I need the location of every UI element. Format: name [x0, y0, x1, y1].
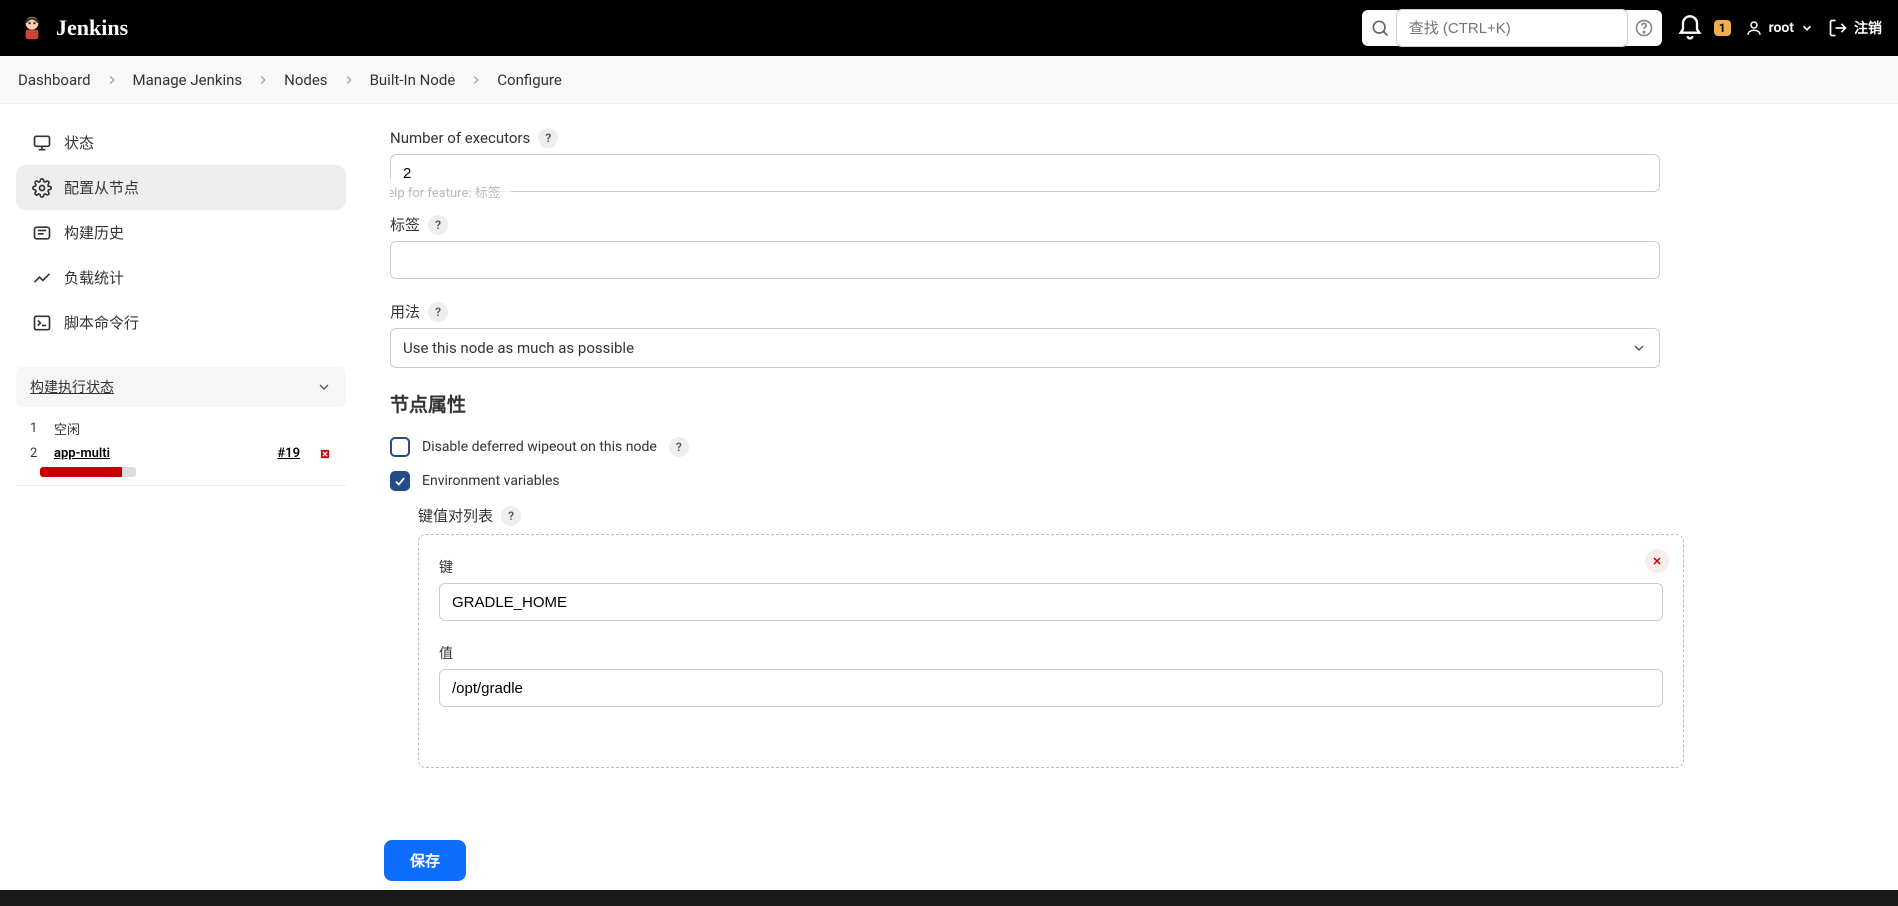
kv-pair-block: 键 值 [418, 534, 1684, 768]
sidebar-item-label: 负载统计 [64, 267, 124, 288]
gear-icon [32, 178, 52, 198]
sidebar-item-label: 配置从节点 [64, 177, 139, 198]
section-title-node-props: 节点属性 [390, 390, 1822, 417]
env-vars-section: 键值对列表 ? [418, 505, 1822, 526]
help-icon[interactable]: ? [538, 128, 558, 148]
sidebar-item-configure[interactable]: 配置从节点 [16, 165, 346, 210]
tooltip-label-help: Help for feature: 标签 [390, 178, 511, 205]
usage-select-value: Use this node as much as possible [403, 339, 634, 357]
executor-list: 1 空闲 2 app-multi #19 [16, 415, 346, 486]
checkbox-deferred-label: Disable deferred wipeout on this node [422, 439, 657, 455]
kv-value-input[interactable] [439, 669, 1663, 707]
crumb-nodes[interactable]: Nodes [284, 71, 327, 89]
crumb-built-in-node[interactable]: Built-In Node [370, 71, 456, 89]
form-group-labels: 标签 ? [390, 214, 1660, 279]
chevron-right-icon [256, 73, 270, 87]
chevron-right-icon [105, 73, 119, 87]
executor-status-label: 构建执行状态 [30, 377, 114, 397]
stop-build-icon[interactable] [318, 447, 332, 461]
sidebar: 状态 配置从节点 构建历史 负载统计 脚本命令行 构建执行状态 1 [0, 104, 354, 890]
sidebar-item-label: 脚本命令行 [64, 312, 139, 333]
executor-label: 空闲 [54, 419, 80, 438]
terminal-icon [32, 313, 52, 333]
crumb-configure[interactable]: Configure [497, 71, 562, 89]
num-executors-input[interactable] [390, 154, 1660, 192]
breadcrumb: Dashboard Manage Jenkins Nodes Built-In … [0, 56, 1898, 104]
checkbox-env-vars-row: Environment variables [390, 471, 1822, 491]
checkbox-deferred-wipeout[interactable] [390, 437, 410, 457]
main-content: Number of executors ? Help for feature: … [354, 104, 1898, 890]
top-header: Jenkins 1 root 注销 [0, 0, 1898, 56]
logout-button[interactable]: 注销 [1828, 18, 1882, 38]
chevron-down-icon [316, 379, 332, 395]
sidebar-item-script-console[interactable]: 脚本命令行 [16, 300, 346, 345]
crumb-dashboard[interactable]: Dashboard [18, 71, 91, 89]
help-icon[interactable]: ? [428, 215, 448, 235]
labels-input[interactable] [390, 241, 1660, 279]
executor-index: 2 [30, 446, 44, 461]
num-executors-label: Number of executors [390, 129, 530, 147]
chevron-down-icon [1631, 340, 1647, 356]
jenkins-logo-icon [16, 12, 48, 44]
kv-list-label: 键值对列表 [418, 505, 493, 526]
usage-label: 用法 [390, 301, 420, 322]
monitor-icon [32, 133, 52, 153]
sidebar-item-status[interactable]: 状态 [16, 120, 346, 165]
save-bar: 保存 [384, 830, 1898, 890]
sidebar-item-load-stats[interactable]: 负载统计 [16, 255, 346, 300]
sidebar-item-label: 状态 [64, 132, 94, 153]
form-group-num-executors: Number of executors ? Help for feature: … [390, 128, 1660, 192]
notifications-icon[interactable] [1676, 14, 1704, 42]
logo-text: Jenkins [56, 15, 128, 41]
search-box[interactable] [1362, 10, 1662, 46]
sidebar-item-build-history[interactable]: 构建历史 [16, 210, 346, 255]
notification-badge: 1 [1714, 20, 1731, 36]
help-icon[interactable]: ? [501, 506, 521, 526]
executor-job-link[interactable]: app-multi [54, 446, 110, 461]
chart-line-icon [32, 268, 52, 288]
search-icon [1370, 18, 1390, 38]
delete-kv-icon[interactable] [1645, 549, 1669, 573]
kv-value-label: 值 [439, 643, 1663, 663]
search-help-icon[interactable] [1634, 18, 1654, 38]
help-icon[interactable]: ? [428, 302, 448, 322]
checkbox-env-label: Environment variables [422, 473, 560, 489]
labels-label: 标签 [390, 214, 420, 235]
search-input[interactable] [1396, 9, 1628, 47]
build-progress-bar[interactable] [40, 467, 136, 477]
kv-key-input[interactable] [439, 583, 1663, 621]
checkbox-deferred-wipeout-row: Disable deferred wipeout on this node ? [390, 437, 1822, 457]
executor-index: 1 [30, 421, 44, 436]
logo-area[interactable]: Jenkins [16, 12, 128, 44]
sidebar-item-label: 构建历史 [64, 222, 124, 243]
os-taskbar [0, 890, 1898, 906]
executor-row: 2 app-multi #19 [16, 442, 346, 465]
checkbox-env-vars[interactable] [390, 471, 410, 491]
help-icon[interactable]: ? [669, 437, 689, 457]
user-menu[interactable]: root [1745, 19, 1814, 37]
build-executor-status[interactable]: 构建执行状态 [16, 367, 346, 407]
logout-label: 注销 [1854, 18, 1882, 38]
crumb-manage-jenkins[interactable]: Manage Jenkins [133, 71, 243, 89]
history-icon [32, 223, 52, 243]
kv-key-label: 键 [439, 557, 1663, 577]
chevron-right-icon [342, 73, 356, 87]
form-group-usage: 用法 ? Use this node as much as possible [390, 301, 1660, 368]
executor-row: 1 空闲 [16, 415, 346, 442]
chevron-right-icon [469, 73, 483, 87]
save-button[interactable]: 保存 [384, 840, 466, 881]
chevron-down-icon [1800, 21, 1814, 35]
usage-select[interactable]: Use this node as much as possible [390, 328, 1660, 368]
user-name-label: root [1769, 20, 1794, 36]
executor-build-link[interactable]: #19 [277, 446, 300, 461]
